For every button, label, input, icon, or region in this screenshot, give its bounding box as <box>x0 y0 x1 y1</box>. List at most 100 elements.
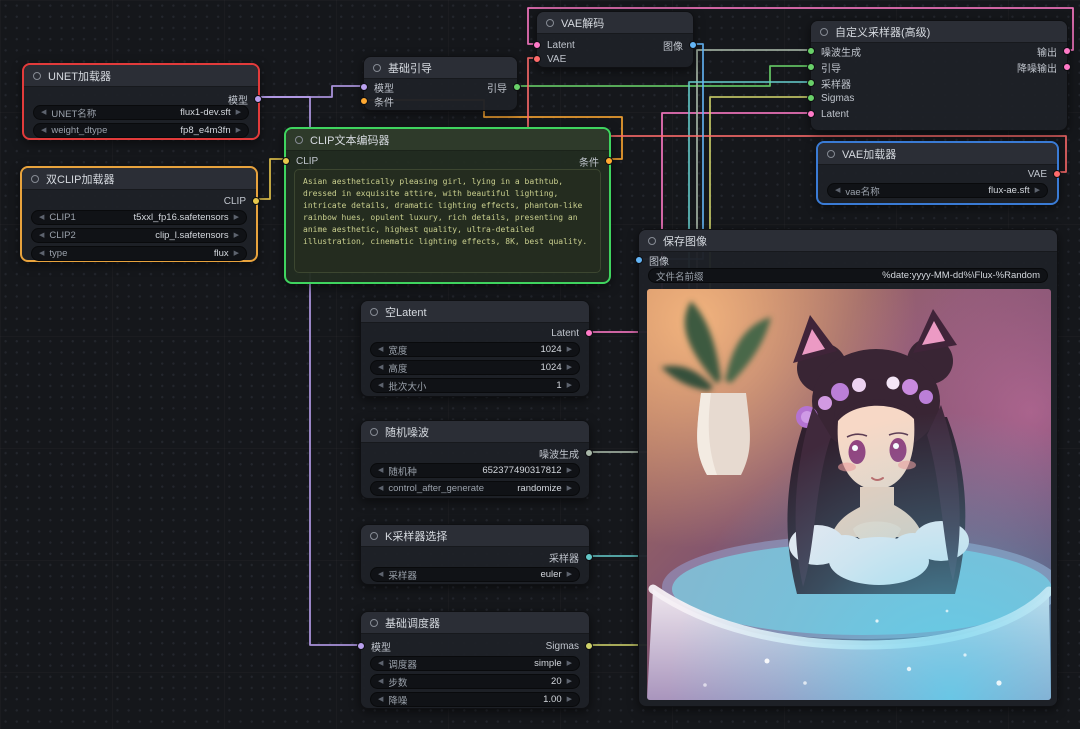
latent-output-port[interactable] <box>585 329 593 337</box>
node-empty-latent[interactable]: 空Latent Latent ◀ 宽度 1024 ▶ ◀ 高度 1024 ▶ ◀… <box>360 300 590 397</box>
input-slot-model[interactable]: 模型 <box>365 640 391 652</box>
prev-arrow-icon[interactable]: ◀ <box>835 187 840 194</box>
node-sampler-custom-advanced-header[interactable]: 自定义采样器(高级) <box>811 21 1067 43</box>
output-slot-model[interactable]: 模型 <box>228 93 254 105</box>
next-arrow-icon[interactable]: ▶ <box>567 467 572 474</box>
node-empty-latent-header[interactable]: 空Latent <box>361 301 589 323</box>
output-slot-sampler[interactable]: 采样器 <box>549 551 585 563</box>
prev-arrow-icon[interactable]: ◀ <box>39 232 44 239</box>
widget-weight-dtype[interactable]: ◀ weight_dtype fp8_e4m3fn ▶ <box>33 123 249 138</box>
sigmas-output-port[interactable] <box>585 642 593 650</box>
image-input-port[interactable] <box>635 256 643 264</box>
node-random-noise[interactable]: 随机噪波 噪波生成 ◀ 随机种 652377490317812 ▶ ◀ cont… <box>360 420 590 499</box>
node-clip-text-encoder[interactable]: CLIP文本编码器 CLIP 条件 Asian aesthetically pl… <box>284 127 611 284</box>
input-slot-model[interactable]: 模型 <box>368 81 394 93</box>
widget-height[interactable]: ◀ 高度 1024 ▶ <box>370 360 580 375</box>
node-ksampler-select[interactable]: K采样器选择 采样器 ◀ 采样器 euler ▶ <box>360 524 590 585</box>
noise-input-port[interactable] <box>807 47 815 55</box>
prev-arrow-icon[interactable]: ◀ <box>39 250 44 257</box>
node-vae-loader[interactable]: VAE加载器 VAE ◀ vae名称 flux-ae.sft ▶ <box>816 141 1059 205</box>
sigmas-input-port[interactable] <box>807 94 815 102</box>
collapse-dot[interactable] <box>370 308 378 316</box>
collapse-dot[interactable] <box>373 64 381 72</box>
node-vae-decode-header[interactable]: VAE解码 <box>537 12 693 34</box>
node-sampler-custom-advanced[interactable]: 自定义采样器(高级) 噪波生成 引导 采样器 Sigmas Latent 输出 <box>810 20 1068 131</box>
node-ksampler-select-header[interactable]: K采样器选择 <box>361 525 589 547</box>
next-arrow-icon[interactable]: ▶ <box>234 214 239 221</box>
vae-input-port[interactable] <box>533 55 541 63</box>
prev-arrow-icon[interactable]: ◀ <box>378 660 383 667</box>
clip-output-port[interactable] <box>252 197 260 205</box>
next-arrow-icon[interactable]: ▶ <box>567 660 572 667</box>
output-slot-conditioning[interactable]: 条件 <box>579 155 605 167</box>
model-input-port[interactable] <box>360 83 368 91</box>
prompt-textarea[interactable]: Asian aesthetically pleasing girl, lying… <box>294 169 601 273</box>
node-dual-clip-loader[interactable]: 双CLIP加载器 CLIP ◀ CLIP1 t5xxl_fp16.safeten… <box>20 166 258 262</box>
input-slot-latent[interactable]: Latent <box>815 108 849 120</box>
output-slot-noise[interactable]: 噪波生成 <box>539 447 585 459</box>
widget-type[interactable]: ◀ type flux ▶ <box>31 246 247 261</box>
node-dual-clip-loader-header[interactable]: 双CLIP加载器 <box>22 168 256 190</box>
next-arrow-icon[interactable]: ▶ <box>234 232 239 239</box>
next-arrow-icon[interactable]: ▶ <box>567 346 572 353</box>
collapse-dot[interactable] <box>370 532 378 540</box>
sampler-output-port[interactable] <box>585 553 593 561</box>
output-slot-sigmas[interactable]: Sigmas <box>546 640 585 652</box>
widget-clip2[interactable]: ◀ CLIP2 clip_l.safetensors ▶ <box>31 228 247 243</box>
input-slot-sigmas[interactable]: Sigmas <box>815 92 854 104</box>
denoised-output-port[interactable] <box>1063 63 1071 71</box>
prev-arrow-icon[interactable]: ◀ <box>378 346 383 353</box>
next-arrow-icon[interactable]: ▶ <box>234 250 239 257</box>
node-unet-loader-header[interactable]: UNET加载器 <box>24 65 258 87</box>
input-slot-latent[interactable]: Latent <box>541 39 575 51</box>
next-arrow-icon[interactable]: ▶ <box>236 127 241 134</box>
node-unet-loader[interactable]: UNET加载器 模型 ◀ UNET名称 flux1-dev.sft ▶ ◀ we… <box>22 63 260 140</box>
prev-arrow-icon[interactable]: ◀ <box>41 127 46 134</box>
output-latent-port[interactable] <box>1063 47 1071 55</box>
next-arrow-icon[interactable]: ▶ <box>567 696 572 703</box>
next-arrow-icon[interactable]: ▶ <box>567 571 572 578</box>
prev-arrow-icon[interactable]: ◀ <box>39 214 44 221</box>
collapse-dot[interactable] <box>820 28 828 36</box>
node-basic-scheduler[interactable]: 基础调度器 模型 Sigmas ◀ 调度器 simple ▶ ◀ 步数 20 ▶ <box>360 611 590 709</box>
output-slot-image[interactable]: 图像 <box>663 39 689 51</box>
node-vae-decode[interactable]: VAE解码 Latent VAE 图像 <box>536 11 694 68</box>
widget-batch-size[interactable]: ◀ 批次大小 1 ▶ <box>370 378 580 393</box>
widget-scheduler[interactable]: ◀ 调度器 simple ▶ <box>370 656 580 671</box>
guider-input-port[interactable] <box>807 63 815 71</box>
node-vae-loader-header[interactable]: VAE加载器 <box>818 143 1057 165</box>
node-basic-scheduler-header[interactable]: 基础调度器 <box>361 612 589 634</box>
widget-unet-name[interactable]: ◀ UNET名称 flux1-dev.sft ▶ <box>33 105 249 120</box>
model-input-port[interactable] <box>357 642 365 650</box>
prev-arrow-icon[interactable]: ◀ <box>378 696 383 703</box>
conditioning-output-port[interactable] <box>605 157 613 165</box>
prev-arrow-icon[interactable]: ◀ <box>378 571 383 578</box>
next-arrow-icon[interactable]: ▶ <box>567 364 572 371</box>
widget-steps[interactable]: ◀ 步数 20 ▶ <box>370 674 580 689</box>
widget-vae-name[interactable]: ◀ vae名称 flux-ae.sft ▶ <box>827 183 1048 198</box>
output-slot-latent[interactable]: Latent <box>551 327 585 339</box>
noise-output-port[interactable] <box>585 449 593 457</box>
collapse-dot[interactable] <box>648 237 656 245</box>
next-arrow-icon[interactable]: ▶ <box>567 485 572 492</box>
output-slot-output[interactable]: 输出 <box>1037 45 1063 57</box>
next-arrow-icon[interactable]: ▶ <box>236 109 241 116</box>
node-basic-guider-header[interactable]: 基础引导 <box>364 57 517 79</box>
widget-width[interactable]: ◀ 宽度 1024 ▶ <box>370 342 580 357</box>
node-graph-canvas[interactable]: UNET加载器 模型 ◀ UNET名称 flux1-dev.sft ▶ ◀ we… <box>0 0 1080 729</box>
output-slot-guider[interactable]: 引导 <box>487 81 513 93</box>
collapse-dot[interactable] <box>295 136 303 144</box>
vae-output-port[interactable] <box>1053 170 1061 178</box>
input-slot-clip[interactable]: CLIP <box>290 155 318 167</box>
collapse-dot[interactable] <box>827 150 835 158</box>
output-slot-vae[interactable]: VAE <box>1028 168 1053 180</box>
model-output-port[interactable] <box>254 95 262 103</box>
next-arrow-icon[interactable]: ▶ <box>567 678 572 685</box>
widget-seed[interactable]: ◀ 随机种 652377490317812 ▶ <box>370 463 580 478</box>
input-slot-noise[interactable]: 噪波生成 <box>815 45 861 57</box>
input-slot-sampler[interactable]: 采样器 <box>815 77 851 89</box>
widget-sampler-name[interactable]: ◀ 采样器 euler ▶ <box>370 567 580 582</box>
input-slot-image[interactable]: 图像 <box>643 254 669 266</box>
widget-clip1[interactable]: ◀ CLIP1 t5xxl_fp16.safetensors ▶ <box>31 210 247 225</box>
collapse-dot[interactable] <box>370 619 378 627</box>
